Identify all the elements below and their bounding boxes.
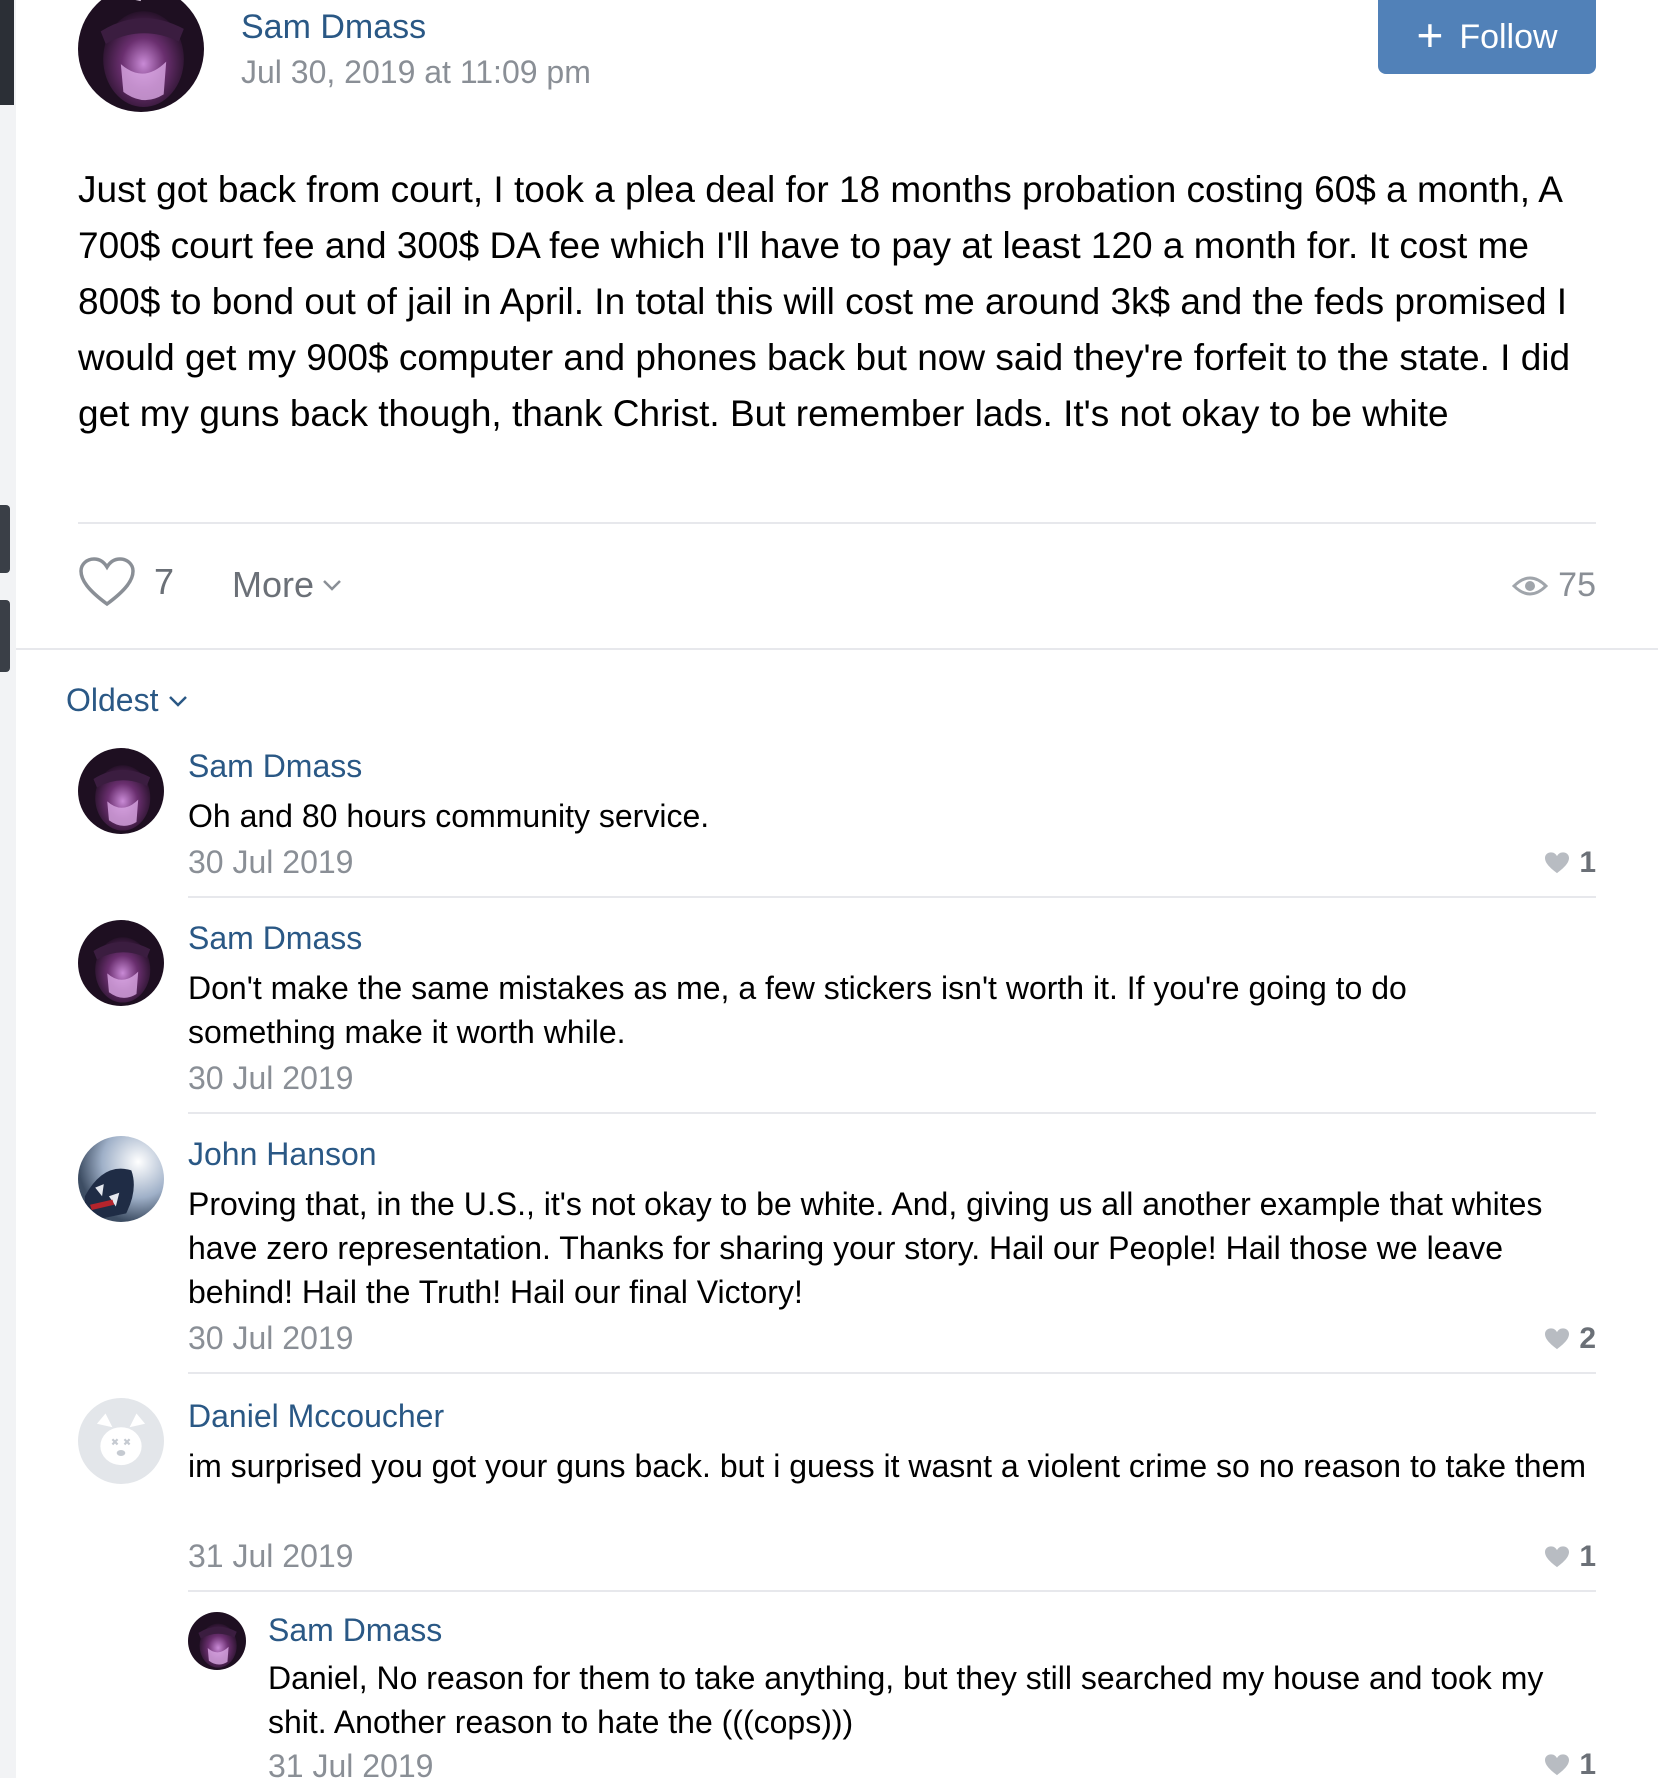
comment-text: Oh and 80 hours community service. [188, 798, 710, 834]
comment-text: im surprised you got your guns back. but… [188, 1448, 1587, 1484]
post-text: Just got back from court, I took a plea … [78, 169, 1571, 434]
comment-date[interactable]: 31 Jul 2019 [268, 1748, 433, 1785]
comment-date[interactable]: 31 Jul 2019 [188, 1538, 353, 1575]
views-count: 75 [1558, 566, 1596, 604]
eye-icon [1512, 576, 1549, 595]
sidebar-tab[interactable] [0, 600, 10, 672]
comment-text: Daniel, No reason for them to take anyth… [268, 1660, 1544, 1740]
commenter-avatar[interactable] [78, 1398, 164, 1484]
comment-like-count: 1 [1579, 1748, 1596, 1781]
heart-icon [1545, 1328, 1570, 1350]
post-date[interactable]: Jul 30, 2019 at 11:09 pm [241, 54, 591, 91]
post-actions: 7 More 75 [78, 556, 1596, 616]
like-button[interactable]: 7 [78, 556, 174, 608]
heart-icon [1545, 852, 1570, 874]
comment-date[interactable]: 30 Jul 2019 [188, 1320, 353, 1357]
sidebar-dark-block [0, 0, 14, 105]
comment: Sam Dmass Don't make the same mistakes a… [78, 920, 1596, 1114]
comment-reply: Sam Dmass Daniel, No reason for them to … [188, 1612, 1596, 1784]
comment-author[interactable]: Sam Dmass [188, 748, 362, 785]
commenter-avatar[interactable] [188, 1612, 246, 1670]
comment: John Hanson Proving that, in the U.S., i… [78, 1136, 1596, 1376]
post-divider [78, 522, 1596, 524]
comment-like-button[interactable]: 1 [1543, 1748, 1596, 1782]
comment-author[interactable]: Sam Dmass [188, 920, 362, 957]
follow-button[interactable]: + Follow [1378, 0, 1596, 74]
sidebar-tab[interactable] [0, 505, 10, 573]
heart-icon [1545, 1546, 1570, 1568]
commenter-avatar[interactable] [78, 748, 164, 834]
heart-icon [79, 557, 135, 607]
comment-like-count: 1 [1579, 846, 1596, 879]
comment-text: Don't make the same mistakes as me, a fe… [188, 970, 1407, 1050]
like-count: 7 [154, 561, 175, 602]
comment-author[interactable]: Sam Dmass [268, 1612, 442, 1649]
chevron-down-icon [323, 580, 341, 591]
heart-icon [1545, 1754, 1570, 1776]
section-divider [16, 648, 1658, 650]
comment-date[interactable]: 30 Jul 2019 [188, 844, 353, 881]
comment-date[interactable]: 30 Jul 2019 [188, 1060, 353, 1097]
post-author-avatar[interactable] [78, 0, 204, 112]
left-sidebar-edge [0, 0, 16, 1778]
comment-like-button[interactable]: 1 [1543, 846, 1596, 880]
comment-divider [188, 1372, 1596, 1374]
chevron-down-icon [169, 695, 188, 707]
post-card: Sam Dmass Jul 30, 2019 at 11:09 pm + Fol… [16, 0, 1658, 1784]
comment-like-count: 1 [1579, 1540, 1596, 1573]
post-author-name[interactable]: Sam Dmass [241, 8, 426, 47]
more-label: More [232, 564, 315, 605]
views-counter: 75 [1512, 566, 1596, 605]
plus-icon: + [1416, 9, 1444, 61]
comment: Sam Dmass Oh and 80 hours community serv… [78, 748, 1596, 900]
comment-like-button[interactable]: 2 [1543, 1322, 1596, 1356]
commenter-avatar[interactable] [78, 1136, 164, 1222]
comment-divider [188, 896, 1596, 898]
comment-divider [188, 1112, 1596, 1114]
comments-sort-dropdown[interactable]: Oldest [66, 682, 188, 719]
sort-label: Oldest [66, 682, 159, 718]
comment-divider [188, 1590, 1596, 1592]
follow-label: Follow [1459, 17, 1558, 56]
comment-like-button[interactable]: 1 [1543, 1540, 1596, 1574]
comment: Daniel Mccoucher im surprised you got yo… [78, 1398, 1596, 1598]
comment-author[interactable]: John Hanson [188, 1136, 377, 1173]
commenter-avatar[interactable] [78, 920, 164, 1006]
comment-author[interactable]: Daniel Mccoucher [188, 1398, 444, 1435]
comment-text: Proving that, in the U.S., it's not okay… [188, 1186, 1543, 1310]
more-button[interactable]: More [232, 564, 342, 606]
comment-like-count: 2 [1579, 1322, 1596, 1355]
